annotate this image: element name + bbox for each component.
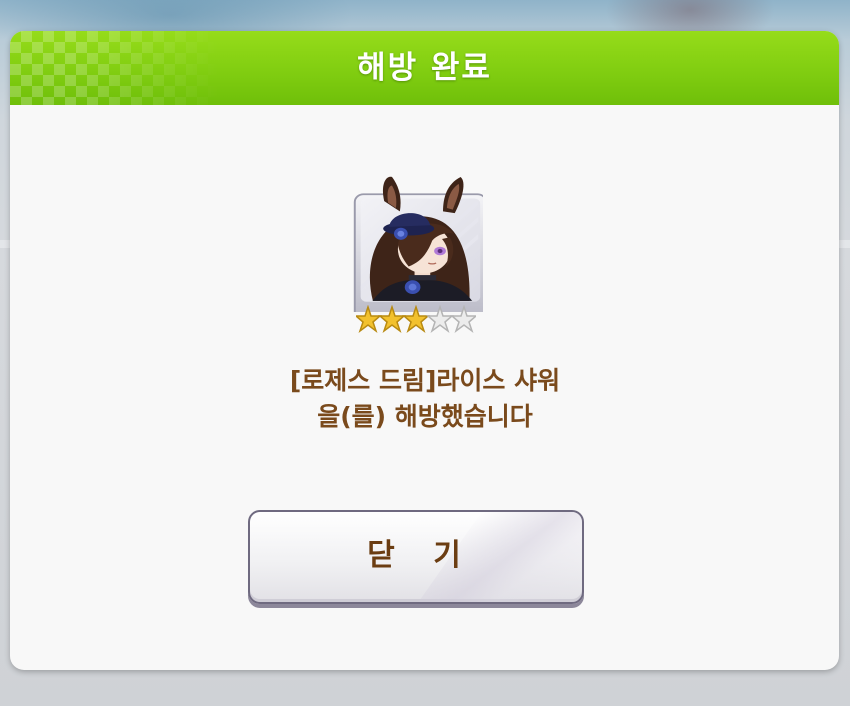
message-line-2: 을(를) 해방했습니다 (317, 402, 533, 431)
dialog-title: 해방 완료 (357, 50, 492, 86)
dialog-header: 해방 완료 (10, 31, 839, 105)
unlock-message: [로제스 드림]라이스 샤워 을(를) 해방했습니다 (0, 363, 850, 435)
close-button-label: 닫 기 (367, 538, 475, 573)
star-icon (356, 305, 383, 334)
star-icon (425, 305, 455, 334)
character-card (345, 167, 483, 312)
star-icon (377, 305, 407, 334)
character-portrait-icon (353, 176, 483, 312)
star-icon (401, 305, 431, 334)
rarity-stars (356, 305, 476, 334)
star-icon (449, 305, 476, 334)
close-button[interactable]: 닫 기 (248, 510, 584, 604)
message-line-1: [로제스 드림]라이스 샤워 (289, 366, 561, 395)
